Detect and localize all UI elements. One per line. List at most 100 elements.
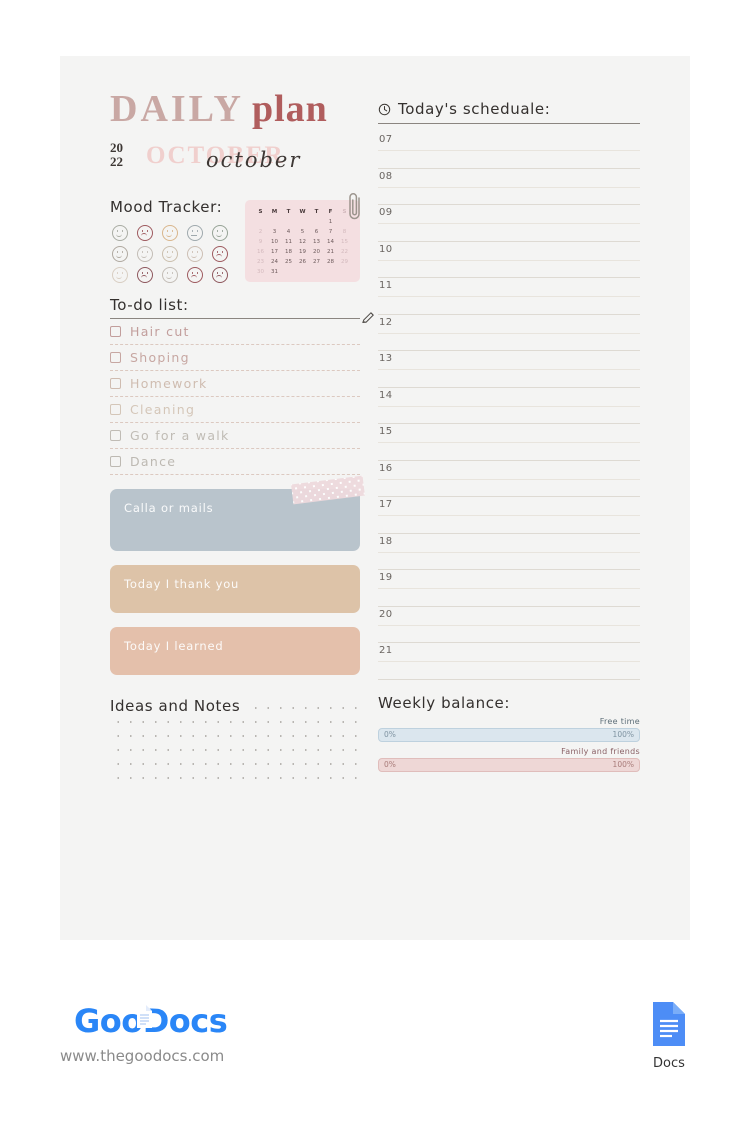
schedule-row[interactable]: 10 <box>378 242 640 278</box>
mood-face-happy[interactable] <box>112 246 128 262</box>
pencil-icon[interactable] <box>361 310 376 325</box>
schedule-row[interactable]: 14 <box>378 388 640 424</box>
footer: GooDocs www.thegoodocs.com Docs <box>0 990 750 1100</box>
schedule-row[interactable]: 18 <box>378 534 640 570</box>
calendar-day[interactable]: 3 <box>268 227 282 237</box>
calendar-day[interactable]: 17 <box>268 247 282 257</box>
calendar-day[interactable]: 21 <box>324 247 338 257</box>
mood-face-happy[interactable] <box>162 225 178 241</box>
calendar-day[interactable]: 29 <box>338 257 352 267</box>
calendar-day[interactable] <box>310 217 324 227</box>
calendar-day[interactable]: 24 <box>268 257 282 267</box>
balance-bar[interactable]: 0% 100% <box>378 727 640 742</box>
schedule-row[interactable]: 09 <box>378 205 640 242</box>
calendar-day[interactable]: 9 <box>254 237 268 247</box>
site-url[interactable]: www.thegoodocs.com <box>60 1047 224 1065</box>
mini-calendar[interactable]: S M T W T F S 1 2 3 4 5 6 7 8 9 10 11 12 13 14 15 16 17 18 19 20 21… <box>245 193 360 282</box>
schedule-row[interactable]: 21 <box>378 643 640 680</box>
todo-item[interactable]: Dance <box>110 449 360 475</box>
calendar-day[interactable]: 20 <box>310 247 324 257</box>
schedule-rows: 07 08 09 10 11 12 13 14 15 16 17 18 19 20 21 <box>378 132 640 680</box>
schedule-row[interactable]: 19 <box>378 570 640 607</box>
calendar-day[interactable]: 7 <box>324 227 338 237</box>
calendar-day[interactable]: 10 <box>268 237 282 247</box>
calendar-day[interactable]: 13 <box>310 237 324 247</box>
mood-face-neutral[interactable] <box>187 246 203 262</box>
calendar-day[interactable] <box>282 217 296 227</box>
mood-face-sad[interactable] <box>212 246 228 262</box>
schedule-row[interactable]: 17 <box>378 497 640 534</box>
mood-face-sad[interactable] <box>137 225 153 241</box>
calendar-day[interactable]: 4 <box>282 227 296 237</box>
mood-face-neutral[interactable] <box>162 267 178 283</box>
calendar-day[interactable]: 16 <box>254 247 268 257</box>
calendar-day[interactable]: 28 <box>324 257 338 267</box>
calendar-day[interactable]: 15 <box>338 237 352 247</box>
note-box[interactable]: Today I learned <box>110 627 360 675</box>
mood-grid[interactable] <box>112 225 237 288</box>
calendar-day[interactable]: 14 <box>324 237 338 247</box>
balance-bar[interactable]: 0% 100% <box>378 757 640 772</box>
mood-face-happy[interactable] <box>162 246 178 262</box>
calendar-day[interactable] <box>338 267 352 277</box>
calendar-day[interactable]: 2 <box>254 227 268 237</box>
todo-checkbox[interactable] <box>110 430 121 441</box>
year-bottom: 22 <box>110 154 123 169</box>
schedule-row[interactable]: 20 <box>378 607 640 643</box>
year-label: 20 22 <box>110 141 123 169</box>
calendar-day[interactable] <box>296 217 310 227</box>
mood-face-neutral[interactable] <box>112 225 128 241</box>
calendar-day[interactable] <box>268 217 282 227</box>
calendar-day[interactable]: 6 <box>310 227 324 237</box>
calendar-day[interactable]: 5 <box>296 227 310 237</box>
todo-item[interactable]: Cleaning <box>110 397 360 423</box>
note-box[interactable]: Calla or mails <box>110 475 365 551</box>
calendar-day[interactable]: 19 <box>296 247 310 257</box>
calendar-day[interactable]: 26 <box>296 257 310 267</box>
calendar-week: 16 17 18 19 20 21 22 <box>254 247 352 257</box>
mood-face-neutral[interactable] <box>137 246 153 262</box>
mood-face-sad[interactable] <box>187 267 203 283</box>
todo-checkbox[interactable] <box>110 352 121 363</box>
todo-item[interactable]: Homework <box>110 371 360 397</box>
mood-face-sad[interactable] <box>137 267 153 283</box>
todo-checkbox[interactable] <box>110 456 121 467</box>
calendar-day[interactable] <box>310 267 324 277</box>
schedule-row[interactable]: 16 <box>378 461 640 497</box>
todo-checkbox[interactable] <box>110 378 121 389</box>
google-docs-badge[interactable]: Docs <box>648 1000 690 1071</box>
calendar-day[interactable] <box>254 217 268 227</box>
calendar-day[interactable] <box>282 267 296 277</box>
todo-checkbox[interactable] <box>110 404 121 415</box>
mood-face-sad[interactable] <box>212 267 228 283</box>
schedule-row[interactable]: 13 <box>378 351 640 388</box>
schedule-hour-label: 07 <box>379 134 393 145</box>
calendar-day[interactable]: 11 <box>282 237 296 247</box>
mood-face-happy[interactable] <box>212 225 228 241</box>
schedule-row[interactable]: 08 <box>378 169 640 205</box>
calendar-day[interactable]: 1 <box>324 217 338 227</box>
calendar-day[interactable]: 23 <box>254 257 268 267</box>
schedule-row[interactable]: 07 <box>378 132 640 169</box>
calendar-week: 2345678 <box>254 227 352 237</box>
calendar-day[interactable]: 22 <box>338 247 352 257</box>
mood-face-flat[interactable] <box>187 225 203 241</box>
calendar-day[interactable]: 27 <box>310 257 324 267</box>
schedule-row[interactable]: 15 <box>378 424 640 461</box>
mood-face-happy[interactable] <box>112 267 128 283</box>
calendar-day[interactable]: 12 <box>296 237 310 247</box>
schedule-row[interactable]: 11 <box>378 278 640 315</box>
todo-item[interactable]: Go for a walk <box>110 423 360 449</box>
calendar-day[interactable]: 30 <box>254 267 268 277</box>
calendar-day[interactable]: 18 <box>282 247 296 257</box>
calendar-day[interactable]: 31 <box>268 267 282 277</box>
schedule-row[interactable]: 12 <box>378 315 640 351</box>
calendar-day[interactable] <box>324 267 338 277</box>
calendar-day[interactable] <box>296 267 310 277</box>
calendar-day[interactable]: 25 <box>282 257 296 267</box>
todo-item[interactable]: Shoping <box>110 345 360 371</box>
note-box[interactable]: Today I thank you <box>110 565 360 613</box>
todo-item[interactable]: Hair cut <box>110 319 360 345</box>
calendar-day[interactable]: 8 <box>338 227 352 237</box>
todo-checkbox[interactable] <box>110 326 121 337</box>
